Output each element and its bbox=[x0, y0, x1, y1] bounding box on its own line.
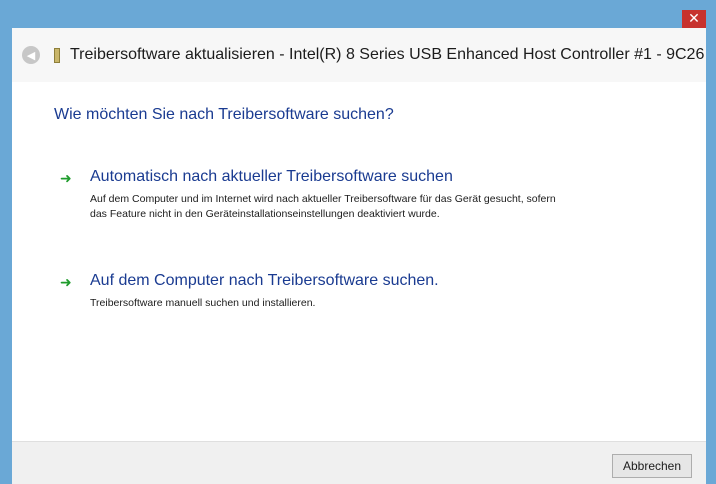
back-arrow-icon: ◀ bbox=[26, 48, 36, 62]
usb-device-icon bbox=[54, 47, 60, 63]
wizard-content: Wie möchten Sie nach Treibersoftware suc… bbox=[12, 82, 706, 442]
cancel-button[interactable]: Abbrechen bbox=[612, 454, 692, 478]
close-icon: ✕ bbox=[688, 11, 700, 27]
title-bar: ◀ Treibersoftware aktualisieren - Intel(… bbox=[12, 28, 706, 82]
page-question: Wie möchten Sie nach Treibersoftware suc… bbox=[54, 106, 394, 123]
window-frame-right bbox=[706, 0, 716, 484]
close-button[interactable]: ✕ bbox=[682, 10, 706, 28]
option-description: Auf dem Computer und im Internet wird na… bbox=[90, 193, 556, 220]
option-title[interactable]: Automatisch nach aktueller Treibersoftwa… bbox=[90, 168, 453, 186]
window-frame-left bbox=[0, 0, 12, 484]
back-button[interactable]: ◀ bbox=[22, 46, 40, 64]
option-title[interactable]: Auf dem Computer nach Treibersoftware su… bbox=[90, 272, 439, 290]
green-arrow-icon: ➜ bbox=[60, 275, 72, 291]
wizard-footer: Abbrechen bbox=[12, 441, 706, 484]
option-description: Treibersoftware manuell suchen und insta… bbox=[90, 297, 316, 309]
window-title: Treibersoftware aktualisieren - Intel(R)… bbox=[70, 46, 705, 63]
green-arrow-icon: ➜ bbox=[60, 171, 72, 187]
